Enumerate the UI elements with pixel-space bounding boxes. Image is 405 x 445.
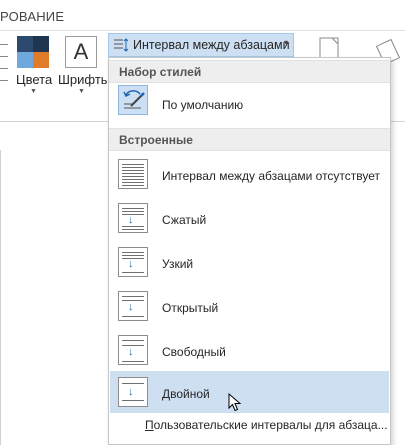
menu-item-compact[interactable]: ↓ Сжатый — [110, 197, 389, 239]
arrow-down-icon: ↓ — [128, 301, 134, 313]
mouse-cursor-icon — [228, 393, 242, 412]
section-title: Встроенные — [119, 133, 193, 147]
menu-item-relaxed[interactable]: ↓ Свободный — [110, 329, 389, 371]
paragraph-spacing-label: Интервал между абзацами — [133, 38, 290, 52]
chevron-down-icon: ▼ — [78, 88, 85, 95]
arrow-down-icon: ↓ — [128, 214, 134, 226]
tab-design[interactable]: РОВАНИЕ — [0, 9, 64, 24]
custom-spacing-link[interactable]: Пользовательские интервалы для абзаца... — [145, 418, 388, 432]
section-header-builtin: Встроенные — [109, 128, 390, 151]
relaxed-spacing-icon: ↓ — [118, 335, 148, 365]
colors-label: Цвета — [16, 72, 53, 87]
menu-item-label: Интервал между абзацами отсутствует — [162, 169, 381, 183]
chevron-down-icon: ▼ — [30, 88, 37, 95]
arrow-down-icon: ↓ — [128, 258, 134, 270]
compact-spacing-icon: ↓ — [118, 203, 148, 233]
menu-item-label: По умолчанию — [162, 98, 244, 112]
menu-item-label: Сжатый — [162, 213, 207, 227]
menu-item-default[interactable]: По умолчанию — [110, 83, 389, 125]
access-key-letter: П — [145, 418, 154, 432]
menu-item-tight[interactable]: ↓ Узкий — [110, 241, 389, 283]
arrow-down-icon: ↓ — [128, 346, 134, 358]
section-title: Набор стилей — [119, 65, 202, 79]
page-edge — [0, 150, 1, 445]
menu-item-open[interactable]: ↓ Открытый — [110, 285, 389, 327]
ribbon-tab-bar: РОВАНИЕ — [0, 0, 405, 31]
tight-spacing-icon: ↓ — [118, 247, 148, 277]
arrow-down-icon: ↓ — [128, 386, 134, 398]
menu-item-label: Свободный — [162, 345, 226, 359]
fonts-icon: A — [65, 36, 97, 68]
reset-style-icon — [118, 85, 148, 115]
menu-item-no-spacing[interactable]: Интервал между абзацами отсутствует — [110, 153, 389, 195]
menu-item-label: Узкий — [162, 257, 194, 271]
paragraph-spacing-icon — [114, 38, 128, 52]
double-spacing-icon: ↓ — [118, 377, 148, 407]
colors-button[interactable]: Цвета ▼ — [15, 36, 53, 96]
section-header-style-set: Набор стилей — [109, 60, 390, 83]
partial-control[interactable] — [0, 36, 10, 96]
menu-item-double[interactable]: ↓ Двойной — [110, 371, 389, 413]
menu-item-label: Открытый — [162, 301, 219, 315]
no-spacing-icon — [118, 159, 148, 189]
custom-spacing-label: ользовательские интервалы для абзаца... — [153, 418, 388, 432]
colors-swatch-icon — [17, 36, 49, 68]
paragraph-spacing-button[interactable]: Интервал между абзацами ▾ — [108, 33, 294, 57]
open-spacing-icon: ↓ — [118, 291, 148, 321]
fonts-label: Шрифты — [58, 72, 111, 87]
fonts-button[interactable]: A Шрифты ▼ — [58, 36, 110, 96]
chevron-down-icon: ▾ — [284, 38, 289, 47]
paragraph-spacing-menu: Набор стилей По умолчанию Встроенные Инт… — [108, 57, 391, 445]
menu-item-label: Двойной — [162, 387, 210, 401]
